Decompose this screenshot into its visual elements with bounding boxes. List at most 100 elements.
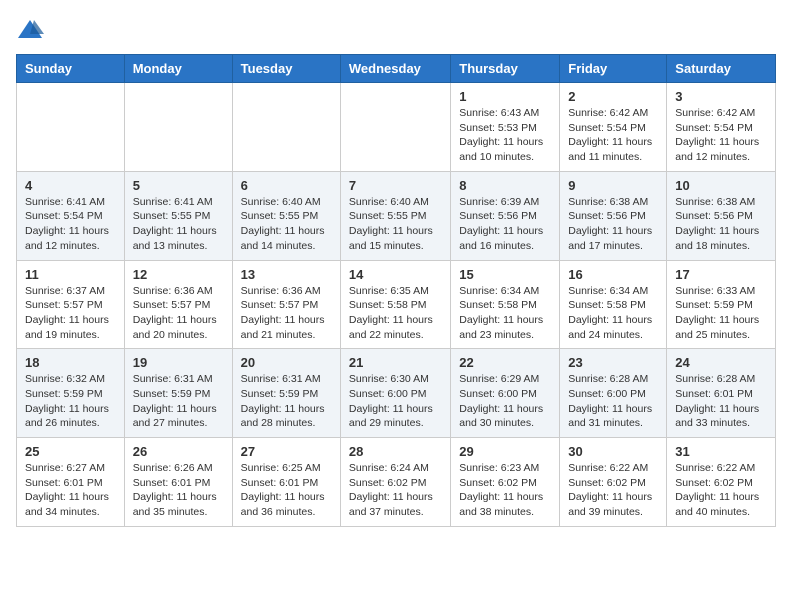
day-number: 19: [133, 355, 224, 370]
day-info: Sunrise: 6:43 AM Sunset: 5:53 PM Dayligh…: [459, 106, 551, 165]
calendar-cell: 30 Sunrise: 6:22 AM Sunset: 6:02 PM Dayli…: [560, 438, 667, 527]
day-info: Sunrise: 6:24 AM Sunset: 6:02 PM Dayligh…: [349, 461, 442, 520]
calendar-cell: 31 Sunrise: 6:22 AM Sunset: 6:02 PM Dayli…: [667, 438, 776, 527]
calendar-cell: 5 Sunrise: 6:41 AM Sunset: 5:55 PM Daylig…: [124, 171, 232, 260]
day-header-sunday: Sunday: [17, 55, 125, 83]
day-number: 14: [349, 267, 442, 282]
calendar-week-row: 4Sunrise: 6:41 AM Sunset: 5:54 PM Daylig…: [17, 171, 776, 260]
day-number: 5: [133, 178, 224, 193]
day-info: Sunrise: 6:39 AM Sunset: 5:56 PM Dayligh…: [459, 195, 551, 254]
day-header-wednesday: Wednesday: [340, 55, 450, 83]
day-info: Sunrise: 6:40 AM Sunset: 5:55 PM Dayligh…: [241, 195, 332, 254]
day-number: 1: [459, 89, 551, 104]
day-info: Sunrise: 6:23 AM Sunset: 6:02 PM Dayligh…: [459, 461, 551, 520]
logo-icon: [16, 16, 44, 44]
day-info: Sunrise: 6:40 AM Sunset: 5:55 PM Dayligh…: [349, 195, 442, 254]
calendar-cell: 1 Sunrise: 6:43 AM Sunset: 5:53 PM Daylig…: [451, 83, 560, 172]
calendar-cell: 17 Sunrise: 6:33 AM Sunset: 5:59 PM Dayli…: [667, 260, 776, 349]
calendar-cell: 23Sunrise: 6:28 AM Sunset: 6:00 PM Dayli…: [560, 349, 667, 438]
day-header-thursday: Thursday: [451, 55, 560, 83]
calendar-cell: 2 Sunrise: 6:42 AM Sunset: 5:54 PM Daylig…: [560, 83, 667, 172]
day-number: 10: [675, 178, 767, 193]
calendar-week-row: 1 Sunrise: 6:43 AM Sunset: 5:53 PM Daylig…: [17, 83, 776, 172]
calendar-cell: 7 Sunrise: 6:40 AM Sunset: 5:55 PM Daylig…: [340, 171, 450, 260]
day-info: Sunrise: 6:22 AM Sunset: 6:02 PM Dayligh…: [568, 461, 658, 520]
day-info: Sunrise: 6:33 AM Sunset: 5:59 PM Dayligh…: [675, 284, 767, 343]
day-info: Sunrise: 6:32 AM Sunset: 5:59 PM Dayligh…: [25, 372, 116, 431]
calendar-cell: 3Sunrise: 6:42 AM Sunset: 5:54 PM Daylig…: [667, 83, 776, 172]
day-header-tuesday: Tuesday: [232, 55, 340, 83]
calendar-cell: [340, 83, 450, 172]
calendar-cell: 6 Sunrise: 6:40 AM Sunset: 5:55 PM Daylig…: [232, 171, 340, 260]
page-header: [16, 16, 776, 44]
day-number: 22: [459, 355, 551, 370]
calendar-cell: 22 Sunrise: 6:29 AM Sunset: 6:00 PM Dayli…: [451, 349, 560, 438]
calendar-cell: 18Sunrise: 6:32 AM Sunset: 5:59 PM Dayli…: [17, 349, 125, 438]
day-number: 12: [133, 267, 224, 282]
calendar-table: SundayMondayTuesdayWednesdayThursdayFrid…: [16, 54, 776, 527]
day-info: Sunrise: 6:28 AM Sunset: 6:01 PM Dayligh…: [675, 372, 767, 431]
day-info: Sunrise: 6:31 AM Sunset: 5:59 PM Dayligh…: [241, 372, 332, 431]
day-number: 20: [241, 355, 332, 370]
day-number: 7: [349, 178, 442, 193]
day-number: 6: [241, 178, 332, 193]
day-info: Sunrise: 6:35 AM Sunset: 5:58 PM Dayligh…: [349, 284, 442, 343]
day-info: Sunrise: 6:27 AM Sunset: 6:01 PM Dayligh…: [25, 461, 116, 520]
day-info: Sunrise: 6:31 AM Sunset: 5:59 PM Dayligh…: [133, 372, 224, 431]
calendar-cell: 26 Sunrise: 6:26 AM Sunset: 6:01 PM Dayli…: [124, 438, 232, 527]
calendar-week-row: 18Sunrise: 6:32 AM Sunset: 5:59 PM Dayli…: [17, 349, 776, 438]
calendar-cell: 15Sunrise: 6:34 AM Sunset: 5:58 PM Dayli…: [451, 260, 560, 349]
calendar-cell: 14 Sunrise: 6:35 AM Sunset: 5:58 PM Dayli…: [340, 260, 450, 349]
day-info: Sunrise: 6:36 AM Sunset: 5:57 PM Dayligh…: [241, 284, 332, 343]
day-info: Sunrise: 6:34 AM Sunset: 5:58 PM Dayligh…: [568, 284, 658, 343]
calendar-cell: 10 Sunrise: 6:38 AM Sunset: 5:56 PM Dayli…: [667, 171, 776, 260]
day-number: 4: [25, 178, 116, 193]
day-number: 16: [568, 267, 658, 282]
calendar-cell: 4Sunrise: 6:41 AM Sunset: 5:54 PM Daylig…: [17, 171, 125, 260]
day-info: Sunrise: 6:38 AM Sunset: 5:56 PM Dayligh…: [675, 195, 767, 254]
day-info: Sunrise: 6:25 AM Sunset: 6:01 PM Dayligh…: [241, 461, 332, 520]
calendar-cell: 9Sunrise: 6:38 AM Sunset: 5:56 PM Daylig…: [560, 171, 667, 260]
calendar-cell: 24 Sunrise: 6:28 AM Sunset: 6:01 PM Dayli…: [667, 349, 776, 438]
day-number: 28: [349, 444, 442, 459]
day-number: 13: [241, 267, 332, 282]
day-info: Sunrise: 6:22 AM Sunset: 6:02 PM Dayligh…: [675, 461, 767, 520]
day-info: Sunrise: 6:29 AM Sunset: 6:00 PM Dayligh…: [459, 372, 551, 431]
day-number: 3: [675, 89, 767, 104]
day-info: Sunrise: 6:37 AM Sunset: 5:57 PM Dayligh…: [25, 284, 116, 343]
logo: [16, 16, 48, 44]
day-info: Sunrise: 6:26 AM Sunset: 6:01 PM Dayligh…: [133, 461, 224, 520]
day-number: 11: [25, 267, 116, 282]
day-header-monday: Monday: [124, 55, 232, 83]
calendar-cell: 20 Sunrise: 6:31 AM Sunset: 5:59 PM Dayli…: [232, 349, 340, 438]
day-number: 30: [568, 444, 658, 459]
calendar-cell: [124, 83, 232, 172]
calendar-cell: 12 Sunrise: 6:36 AM Sunset: 5:57 PM Dayli…: [124, 260, 232, 349]
day-info: Sunrise: 6:41 AM Sunset: 5:55 PM Dayligh…: [133, 195, 224, 254]
day-number: 2: [568, 89, 658, 104]
calendar-cell: 25 Sunrise: 6:27 AM Sunset: 6:01 PM Dayli…: [17, 438, 125, 527]
day-number: 25: [25, 444, 116, 459]
day-number: 24: [675, 355, 767, 370]
day-number: 27: [241, 444, 332, 459]
day-number: 21: [349, 355, 442, 370]
day-info: Sunrise: 6:36 AM Sunset: 5:57 PM Dayligh…: [133, 284, 224, 343]
day-number: 17: [675, 267, 767, 282]
calendar-cell: 27 Sunrise: 6:25 AM Sunset: 6:01 PM Dayli…: [232, 438, 340, 527]
day-number: 29: [459, 444, 551, 459]
calendar-cell: 16 Sunrise: 6:34 AM Sunset: 5:58 PM Dayli…: [560, 260, 667, 349]
day-number: 26: [133, 444, 224, 459]
calendar-cell: 29 Sunrise: 6:23 AM Sunset: 6:02 PM Dayli…: [451, 438, 560, 527]
calendar-cell: 11 Sunrise: 6:37 AM Sunset: 5:57 PM Dayli…: [17, 260, 125, 349]
calendar-week-row: 11 Sunrise: 6:37 AM Sunset: 5:57 PM Dayli…: [17, 260, 776, 349]
calendar-cell: [17, 83, 125, 172]
day-info: Sunrise: 6:30 AM Sunset: 6:00 PM Dayligh…: [349, 372, 442, 431]
calendar-cell: 28 Sunrise: 6:24 AM Sunset: 6:02 PM Dayli…: [340, 438, 450, 527]
calendar-cell: 8Sunrise: 6:39 AM Sunset: 5:56 PM Daylig…: [451, 171, 560, 260]
day-info: Sunrise: 6:38 AM Sunset: 5:56 PM Dayligh…: [568, 195, 658, 254]
day-number: 23: [568, 355, 658, 370]
calendar-header-row: SundayMondayTuesdayWednesdayThursdayFrid…: [17, 55, 776, 83]
calendar-week-row: 25 Sunrise: 6:27 AM Sunset: 6:01 PM Dayli…: [17, 438, 776, 527]
day-number: 31: [675, 444, 767, 459]
day-info: Sunrise: 6:42 AM Sunset: 5:54 PM Dayligh…: [568, 106, 658, 165]
